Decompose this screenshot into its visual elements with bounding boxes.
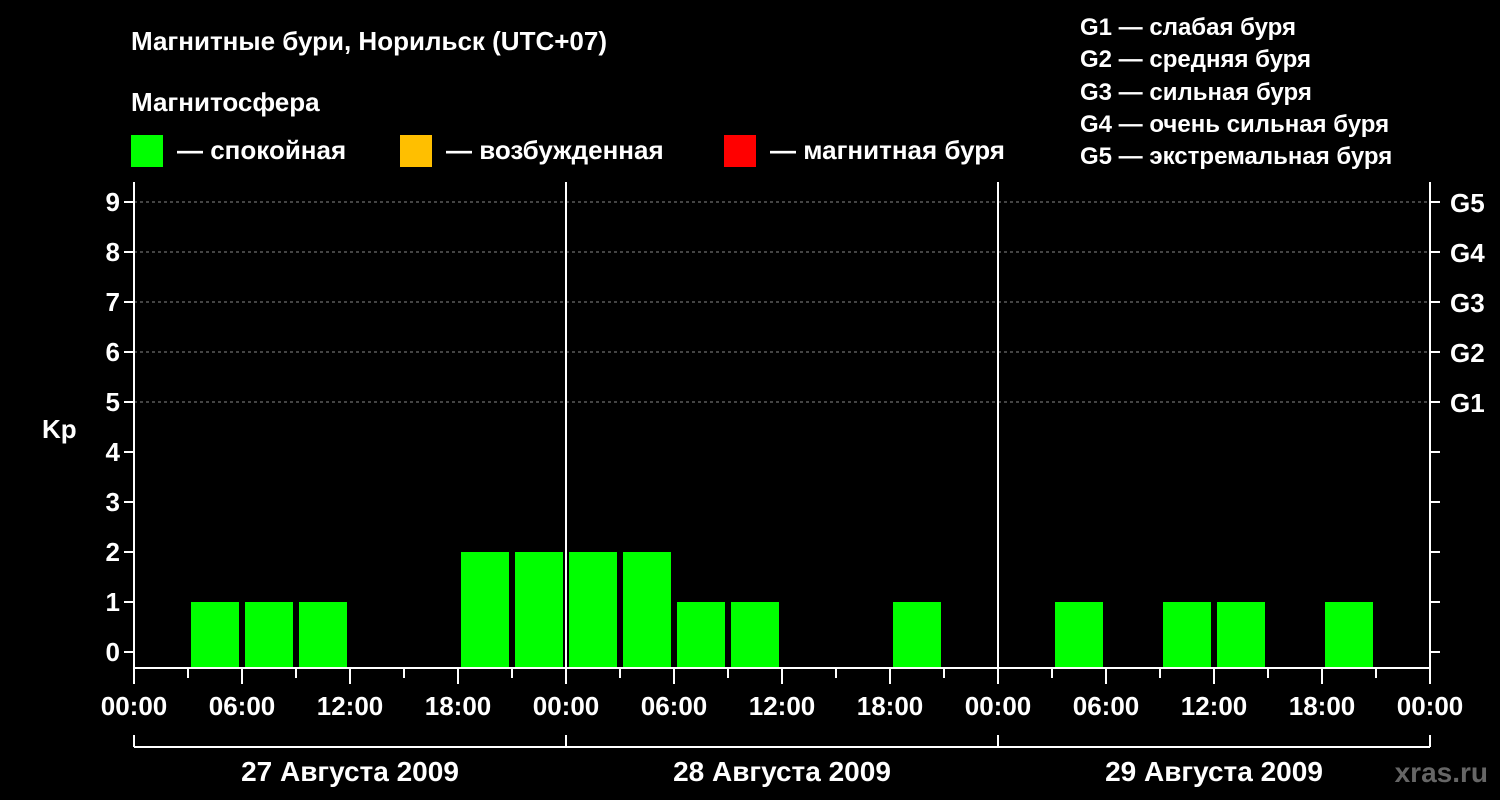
x-tick-label: 06:00 [1073, 691, 1140, 721]
x-tick-label: 18:00 [425, 691, 492, 721]
x-tick-label: 12:00 [317, 691, 384, 721]
kp-bar [461, 552, 509, 668]
x-tick-label: 18:00 [1289, 691, 1356, 721]
kp-bar [623, 552, 671, 668]
y-tick-label: 6 [106, 337, 120, 367]
x-tick-label: 12:00 [749, 691, 816, 721]
storm-level-label: G5 [1450, 188, 1485, 218]
kp-bar [1217, 602, 1265, 668]
x-tick-label: 00:00 [101, 691, 168, 721]
x-tick-label: 06:00 [641, 691, 708, 721]
kp-bar [893, 602, 941, 668]
x-tick-label: 06:00 [209, 691, 276, 721]
storm-level-label: G2 [1450, 338, 1485, 368]
x-tick-label: 12:00 [1181, 691, 1248, 721]
kp-bar [1163, 602, 1211, 668]
kp-bar [731, 602, 779, 668]
y-tick-label: 9 [106, 187, 120, 217]
kp-bar [245, 602, 293, 668]
storm-level-label: G4 [1450, 238, 1485, 268]
y-axis-label: Kp [42, 414, 77, 444]
kp-bar [569, 552, 617, 668]
x-tick-label: 00:00 [533, 691, 600, 721]
kp-bar [1325, 602, 1373, 668]
kp-bar [191, 602, 239, 668]
day-label: 29 Августа 2009 [1105, 756, 1323, 787]
kp-bar [515, 552, 563, 668]
y-tick-label: 1 [106, 587, 120, 617]
kp-bar [299, 602, 347, 668]
y-tick-label: 5 [106, 387, 120, 417]
day-label: 27 Августа 2009 [241, 756, 459, 787]
x-tick-label: 00:00 [965, 691, 1032, 721]
kp-bar-chart: 0 1 2 3 4 5 6 7 8 9 Kp G1 G2 G3 G4 G5 00:00 06:00 12:00 18:… [42, 182, 1485, 787]
y-tick-label: 7 [106, 287, 120, 317]
y-tick-label: 8 [106, 237, 120, 267]
storm-level-label: G1 [1450, 388, 1485, 418]
storm-level-label: G3 [1450, 288, 1485, 318]
y-tick-label: 4 [106, 437, 121, 467]
kp-bar [1055, 602, 1103, 668]
kp-bar [677, 602, 725, 668]
day-label: 28 Августа 2009 [673, 756, 891, 787]
x-tick-label: 18:00 [857, 691, 924, 721]
y-tick-label: 2 [106, 537, 120, 567]
y-tick-label: 3 [106, 487, 120, 517]
x-tick-label: 00:00 [1397, 691, 1464, 721]
y-tick-label: 0 [106, 637, 120, 667]
